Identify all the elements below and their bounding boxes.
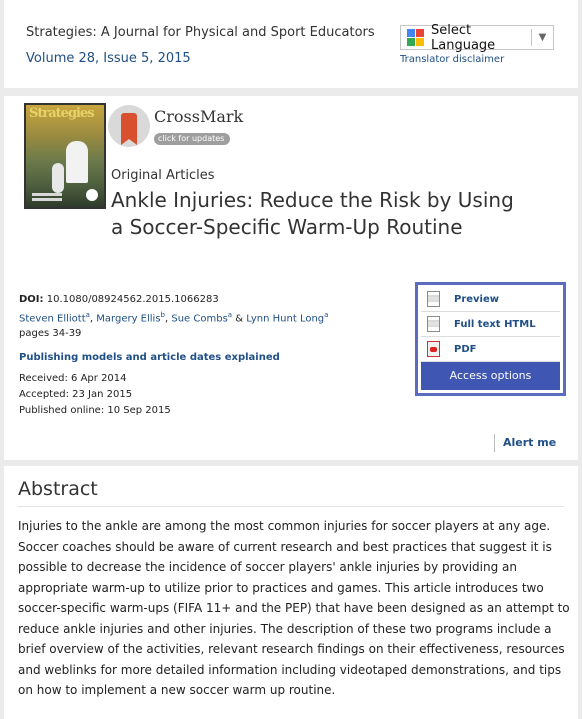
pdf-label: PDF	[454, 343, 477, 355]
pdf-icon	[427, 341, 440, 357]
author-link[interactable]: Sue Combs	[171, 313, 227, 324]
crossmark-icon	[108, 105, 150, 147]
access-options-button[interactable]: Access options	[421, 362, 560, 390]
cover-figure	[52, 163, 64, 193]
author-affiliation: a	[324, 311, 329, 319]
cover-figure	[66, 141, 88, 183]
crossmark-badge[interactable]: CrossMark click for updates	[108, 105, 246, 147]
article-type: Original Articles	[111, 168, 215, 183]
document-icon	[427, 316, 440, 332]
published-date: Published online: 10 Sep 2015	[19, 405, 171, 416]
accepted-date: Accepted: 23 Jan 2015	[19, 389, 133, 400]
author-link[interactable]: Steven Elliott	[19, 313, 86, 324]
doi-label: DOI:	[19, 294, 44, 305]
journal-header: Strategies: A Journal for Physical and S…	[4, 0, 578, 88]
article-title: Ankle Injuries: Reduce the Risk by Using…	[111, 188, 514, 239]
abstract-panel: Abstract Injuries to the ankle are among…	[4, 466, 578, 719]
publishing-models-link[interactable]: Publishing models and article dates expl…	[19, 352, 280, 363]
crossmark-label: CrossMark	[154, 107, 244, 126]
author-link[interactable]: Lynn Hunt Long	[246, 313, 324, 324]
document-icon	[427, 291, 440, 307]
cover-ball	[86, 189, 98, 201]
abstract-heading: Abstract	[18, 478, 98, 500]
journal-cover-image[interactable]: Strategies	[24, 103, 106, 209]
page-range: pages 34-39	[19, 328, 82, 339]
alert-divider	[494, 434, 495, 452]
crossmark-sublabel: click for updates	[154, 133, 231, 145]
journal-name[interactable]: Strategies: A Journal for Physical and S…	[26, 25, 375, 40]
google-translate-icon	[407, 29, 424, 46]
full-text-html-link[interactable]: Full text HTML	[421, 312, 560, 337]
pdf-link[interactable]: PDF	[421, 337, 560, 362]
language-select-label: Select Language	[431, 22, 496, 53]
received-date: Received: 6 Apr 2014	[19, 373, 127, 384]
chevron-down-icon[interactable]: ▼	[532, 32, 553, 43]
doi-line: DOI: 10.1080/08924562.2015.1066283	[19, 294, 219, 305]
abstract-divider	[18, 506, 564, 507]
doi-value[interactable]: 10.1080/08924562.2015.1066283	[47, 294, 219, 305]
issue-link[interactable]: Volume 28, Issue 5, 2015	[26, 51, 191, 66]
article-info-panel: Strategies CrossMark click for updates O…	[4, 96, 578, 460]
cover-title: Strategies	[29, 106, 95, 121]
full-text-html-label: Full text HTML	[454, 318, 536, 330]
cover-caption-lines	[32, 193, 62, 196]
preview-label: Preview	[454, 293, 500, 305]
translator-disclaimer-link[interactable]: Translator disclaimer	[400, 54, 504, 65]
language-select[interactable]: Select Language ▼	[400, 22, 554, 53]
access-options-box: Preview Full text HTML PDF Access option…	[415, 282, 566, 396]
author-separator: &	[232, 313, 247, 325]
author-list: Steven Elliotta, Margery Ellisb, Sue Com…	[19, 311, 328, 324]
alert-me-link[interactable]: Alert me	[503, 436, 556, 449]
preview-link[interactable]: Preview	[421, 287, 560, 312]
author-link[interactable]: Margery Ellis	[96, 313, 160, 324]
abstract-text: Injuries to the ankle are among the most…	[18, 519, 570, 697]
